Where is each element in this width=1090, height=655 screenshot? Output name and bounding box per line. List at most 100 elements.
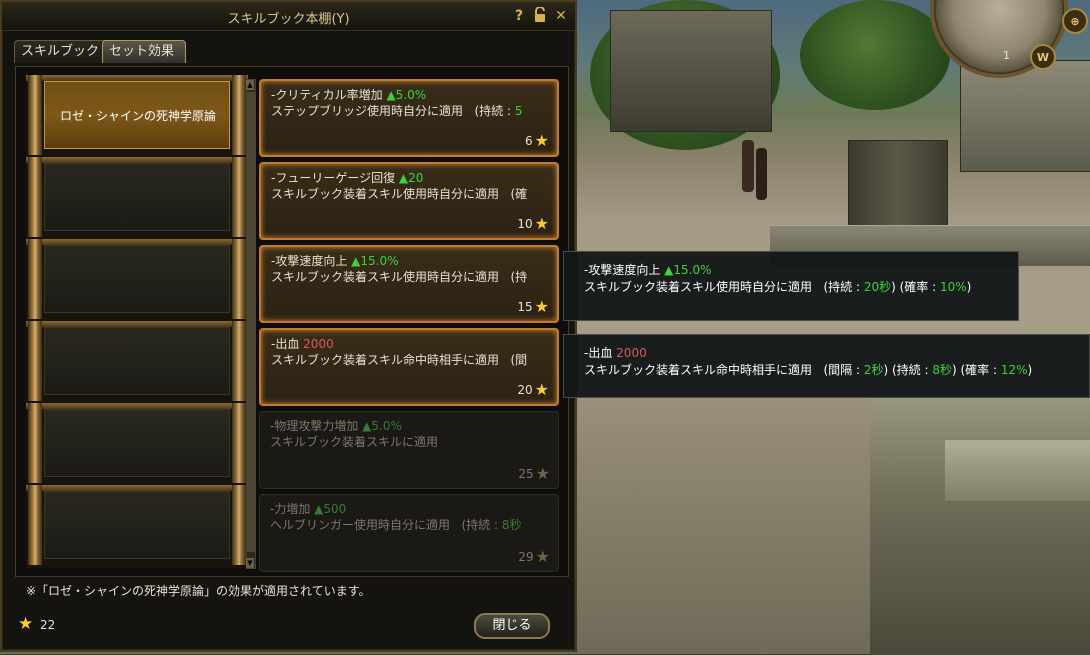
effect-duration-value: 8秒	[501, 518, 522, 532]
slot-inner: ロゼ・シャインの死神学原論	[44, 81, 230, 149]
effect-name: -フューリーゲージ回復	[271, 171, 396, 185]
minimap-w-button[interactable]: W	[1030, 44, 1056, 70]
close-button[interactable]: 閉じる	[474, 613, 550, 639]
tab-set-effects[interactable]: セット効果	[102, 40, 186, 63]
slot-post	[28, 403, 42, 483]
tooltip-text: ) (確率 :	[952, 363, 998, 377]
set-effect-card[interactable]: -攻撃速度向上 ▲15.0% スキルブック装着スキル使用時自分に適用 (持 15…	[259, 245, 559, 323]
slot-post	[28, 157, 42, 237]
effect-name: -攻撃速度向上	[271, 254, 348, 268]
set-effect-card[interactable]: -フューリーゲージ回復 ▲20 スキルブック装着スキル使用時自分に適用 (確 1…	[259, 162, 559, 240]
effect-value: 2000	[303, 337, 334, 351]
slot-inner	[44, 491, 230, 559]
tooltip-chance: 12%	[1000, 363, 1028, 377]
effect-desc: スキルブック装着スキル使用時自分に適用	[271, 187, 500, 201]
slot-post	[28, 239, 42, 319]
star-icon: ★	[534, 131, 549, 150]
effect-name: -出血	[271, 337, 300, 351]
slot-post	[28, 321, 42, 401]
effect-value: ▲5.0%	[362, 419, 402, 433]
lock-icon[interactable]	[531, 6, 549, 25]
shelf-slot[interactable]	[26, 485, 248, 565]
window-title: スキルブック本棚(Y)	[227, 12, 350, 27]
effect-value: ▲20	[398, 171, 424, 185]
effect-value: ▲15.0%	[351, 254, 399, 268]
effect-desc: ステップブリッジ使用時自分に適用	[271, 104, 464, 118]
effect-name: -物理攻撃力増加	[270, 419, 359, 433]
count-value: 20	[517, 383, 533, 397]
character	[756, 148, 767, 200]
count-value: 10	[517, 217, 533, 231]
count-value: 29	[518, 550, 534, 564]
required-book-count: 25 ★	[518, 466, 550, 482]
tooltip-effect-desc: スキルブック装着スキル使用時自分に適用	[584, 280, 813, 294]
shelf-slot[interactable]	[26, 321, 248, 401]
required-book-count: 6 ★	[525, 133, 549, 149]
tooltip-effect-value: 2000	[616, 346, 647, 360]
effect-desc: スキルブック装着スキル命中時相手に適用	[271, 353, 500, 367]
tooltip-interval: 2秒	[863, 363, 884, 377]
star-icon: ★	[18, 614, 34, 634]
minimap-zoom-button[interactable]: ⊕	[1062, 8, 1088, 34]
minimap-channel-number: 1	[1003, 49, 1010, 62]
required-book-count: 20 ★	[517, 382, 549, 398]
slot-inner	[44, 409, 230, 477]
slot-inner	[44, 245, 230, 313]
set-effect-card[interactable]: -クリティカル率増加 ▲5.0% ステップブリッジ使用時自分に適用 (持続 : …	[259, 79, 559, 157]
stone-step	[945, 440, 1090, 501]
set-effect-card[interactable]: -力増加 ▲500 ヘルブリンガー使用時自分に適用 (持続 : 8秒 29 ★	[259, 494, 559, 572]
close-icon[interactable]: ✕	[552, 7, 570, 25]
shelf-slot[interactable]	[26, 157, 248, 237]
count-value: 6	[525, 134, 533, 148]
building	[960, 60, 1090, 172]
required-book-count: 29 ★	[518, 549, 550, 565]
slot-inner	[44, 163, 230, 231]
set-effect-card[interactable]: -出血 2000 スキルブック装着スキル命中時相手に適用 (間 20 ★	[259, 328, 559, 406]
shelf-slot[interactable]: ロゼ・シャインの死神学原論	[26, 75, 248, 155]
count-value: 15	[517, 300, 533, 314]
tooltip-text: )	[966, 280, 972, 294]
tooltip-text: (持続 :	[823, 280, 861, 294]
tooltip-effect-name: -攻撃速度向上	[584, 263, 661, 277]
set-effect-card[interactable]: -物理攻撃力増加 ▲5.0% スキルブック装着スキルに適用 25 ★	[259, 411, 559, 489]
tooltip-text: (間隔 :	[823, 363, 861, 377]
effect-name: -クリティカル率増加	[271, 88, 383, 102]
effect-tooltip: -出血 2000 スキルブック装着スキル命中時相手に適用 (間隔 : 2秒) (…	[563, 334, 1090, 398]
tooltip-text: ) (持続 :	[883, 363, 929, 377]
title-bar[interactable]: スキルブック本棚(Y) ? ✕	[2, 2, 575, 31]
scroll-up-icon[interactable]: ▲	[246, 80, 254, 90]
slot-post	[28, 485, 42, 565]
effect-name: -力増加	[270, 502, 311, 516]
effect-desc: スキルブック装着スキル使用時自分に適用	[271, 270, 500, 284]
effect-duration-label: (間	[510, 353, 528, 367]
tooltip-effect-desc: スキルブック装着スキル命中時相手に適用	[584, 363, 813, 377]
effect-tooltip: -攻撃速度向上 ▲15.0% スキルブック装着スキル使用時自分に適用 (持続 :…	[563, 251, 1019, 321]
tree	[800, 0, 950, 110]
shelf-scrollbar[interactable]: ▲ ▼	[246, 79, 256, 569]
star-icon: ★	[534, 297, 549, 316]
shelf-slot[interactable]	[26, 403, 248, 483]
skillbook-shelf-window: スキルブック本棚(Y) ? ✕ スキルブック セット効果 ロゼ・シャインの死神学…	[0, 0, 577, 652]
slot-post	[232, 75, 246, 155]
scroll-down-icon[interactable]: ▼	[246, 558, 254, 568]
shelf-slot[interactable]	[26, 239, 248, 319]
count-value: 25	[518, 467, 534, 481]
star-icon: ★	[535, 464, 550, 483]
required-book-count: 10 ★	[517, 216, 549, 232]
tooltip-effect-value: ▲15.0%	[664, 263, 712, 277]
help-icon[interactable]: ?	[510, 7, 528, 25]
slot-post	[232, 321, 246, 401]
effect-duration-label: (持	[510, 270, 528, 284]
scroll-thumb[interactable]	[247, 92, 255, 552]
tooltip-chance: 10%	[940, 280, 967, 294]
tab-skillbook[interactable]: スキルブック	[14, 40, 114, 63]
lock-icon-glyph	[535, 6, 545, 22]
required-book-count: 15 ★	[517, 299, 549, 315]
effect-value: ▲5.0%	[386, 88, 427, 102]
star-icon: ★	[534, 214, 549, 233]
effect-desc: ヘルブリンガー使用時自分に適用	[270, 518, 451, 532]
tooltip-duration: 20秒	[863, 280, 892, 294]
effect-desc: スキルブック装着スキルに適用	[270, 435, 439, 449]
star-icon: ★	[534, 380, 549, 399]
total-star-count: 22	[40, 618, 56, 632]
